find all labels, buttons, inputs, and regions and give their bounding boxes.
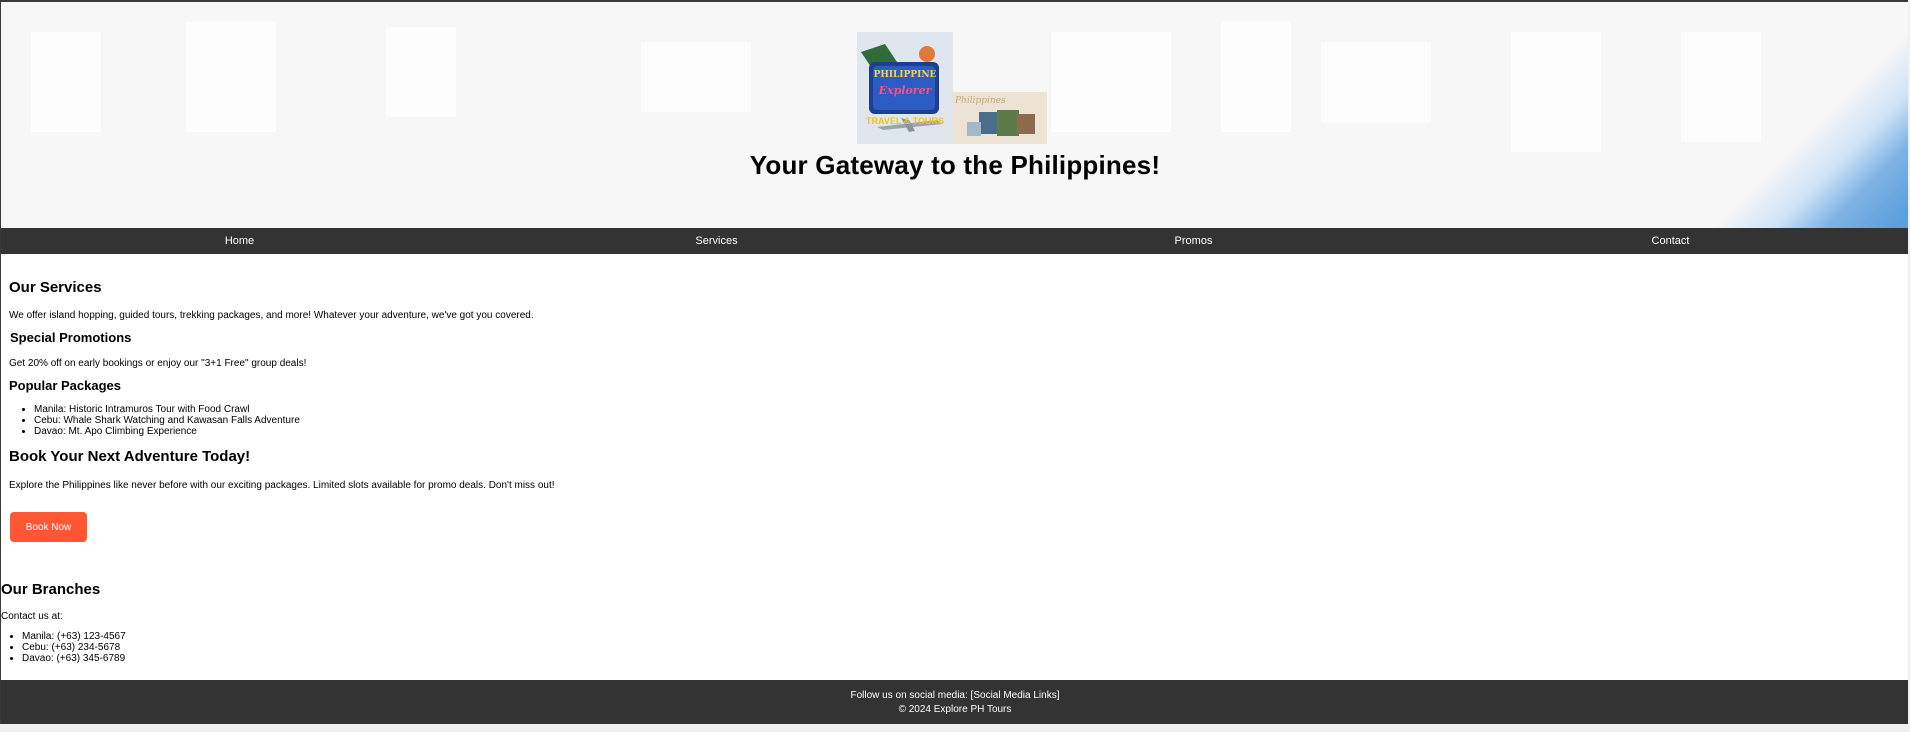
- hero-pattern: [386, 27, 456, 117]
- nav-item-contact[interactable]: Contact: [1432, 228, 1908, 254]
- hero-pattern: [1221, 22, 1291, 132]
- browser-viewport: PHILIPPINE Explorer TRAVEL & TOURS Phili…: [0, 0, 1910, 732]
- branches-list: Manila: (+63) 123-4567 Cebu: (+63) 234-5…: [1, 631, 397, 664]
- list-item: Cebu: Whale Shark Watching and Kawasan F…: [34, 415, 609, 426]
- philippines-collage-logo: Philippines: [953, 92, 1047, 144]
- logo-group: PHILIPPINE Explorer TRAVEL & TOURS Phili…: [857, 32, 1047, 146]
- nav-item-home[interactable]: Home: [1, 228, 478, 254]
- collage-title: Philippines: [955, 96, 1006, 106]
- logo-line3: TRAVEL & TOURS: [865, 116, 944, 126]
- list-item: Cebu: (+63) 234-5678: [22, 642, 397, 653]
- promotions-heading: Special Promotions: [10, 330, 132, 345]
- logo-line2: Explorer: [878, 84, 932, 97]
- hero-banner: PHILIPPINE Explorer TRAVEL & TOURS Phili…: [1, 2, 1908, 228]
- list-item: Manila: (+63) 123-4567: [22, 631, 397, 642]
- hero-pattern: [31, 32, 101, 132]
- web-page: PHILIPPINE Explorer TRAVEL & TOURS Phili…: [0, 0, 1908, 724]
- philippine-explorer-logo: PHILIPPINE Explorer TRAVEL & TOURS: [857, 32, 953, 144]
- packages-list: Manila: Historic Intramuros Tour with Fo…: [9, 404, 609, 437]
- site-footer: Follow us on social media: [Social Media…: [1, 680, 1908, 724]
- hero-pattern: [1511, 32, 1601, 152]
- nav-item-promos[interactable]: Promos: [955, 228, 1432, 254]
- list-item: Davao: (+63) 345-6789: [22, 653, 397, 664]
- list-item: Manila: Historic Intramuros Tour with Fo…: [34, 404, 609, 415]
- page-title: Your Gateway to the Philippines!: [749, 150, 1161, 180]
- list-item: Davao: Mt. Apo Climbing Experience: [34, 426, 609, 437]
- hero-pattern: [641, 42, 751, 112]
- branches-intro: Contact us at:: [1, 611, 63, 622]
- hero-pattern: [1051, 32, 1171, 132]
- cta-heading: Book Your Next Adventure Today!: [9, 448, 251, 465]
- main-nav: Home Services Promos Contact: [1, 228, 1908, 254]
- hero-pattern: [1321, 42, 1431, 122]
- footer-social: Follow us on social media: [Social Media…: [850, 690, 1060, 701]
- promotions-text: Get 20% off on early bookings or enjoy o…: [9, 358, 307, 369]
- services-text: We offer island hopping, guided tours, t…: [9, 310, 534, 321]
- footer-copyright: © 2024 Explore PH Tours: [898, 704, 1012, 715]
- packages-heading: Popular Packages: [9, 378, 121, 393]
- book-now-button[interactable]: Book Now: [10, 512, 87, 542]
- logo-line1: PHILIPPINE: [873, 70, 937, 80]
- hero-corner-decoration: [1709, 22, 1908, 228]
- services-heading: Our Services: [9, 279, 102, 296]
- nav-item-services[interactable]: Services: [478, 228, 955, 254]
- hero-pattern: [186, 22, 276, 132]
- cta-text: Explore the Philippines like never befor…: [9, 480, 555, 491]
- branches-heading: Our Branches: [1, 581, 101, 598]
